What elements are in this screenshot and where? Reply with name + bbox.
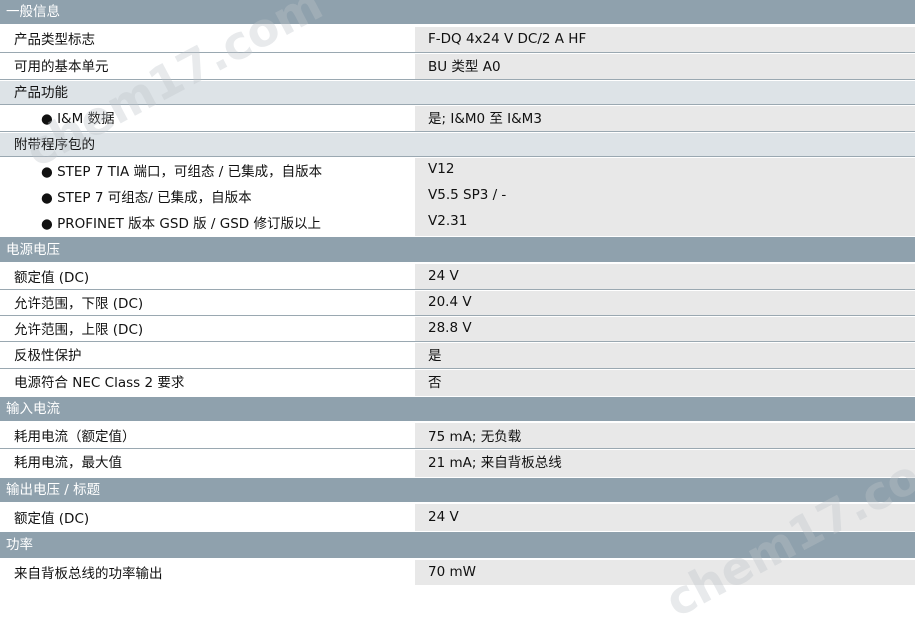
row-label: ● STEP 7 可组态/ 已集成，自版本 bbox=[0, 184, 415, 210]
row-value: 是; I&M0 至 I&M3 bbox=[415, 106, 915, 131]
section-header-input-current: 输入电流 bbox=[0, 397, 915, 422]
subsection-row: 产品功能 bbox=[0, 81, 915, 105]
row-label: ● PROFINET 版本 GSD 版 / GSD 修订版以上 bbox=[0, 210, 415, 236]
table-row: 耗用电流（额定值） 75 mA; 无负载 bbox=[0, 423, 915, 449]
table-row: 耗用电流，最大值 21 mA; 来自背板总线 bbox=[0, 450, 915, 477]
row-label: 来自背板总线的功率输出 bbox=[0, 560, 415, 585]
row-label: 额定值 (DC) bbox=[0, 504, 415, 531]
table-row: 允许范围，上限 (DC) 28.8 V bbox=[0, 317, 915, 342]
row-value: 24 V bbox=[415, 504, 915, 531]
row-label: ● I&M 数据 bbox=[0, 106, 415, 131]
section-title: 一般信息 bbox=[6, 4, 60, 20]
row-value: 否 bbox=[415, 370, 915, 396]
row-value: V5.5 SP3 / - bbox=[415, 184, 915, 210]
row-label: 耗用电流，最大值 bbox=[0, 450, 415, 477]
subsection-row: 附带程序包的 bbox=[0, 133, 915, 157]
section-header-general: 一般信息 bbox=[0, 0, 915, 25]
row-label: 反极性保护 bbox=[0, 343, 415, 368]
row-value: V12 bbox=[415, 158, 915, 184]
row-value: BU 类型 A0 bbox=[415, 54, 915, 79]
row-value: 24 V bbox=[415, 264, 915, 289]
section-title: 功率 bbox=[6, 537, 33, 553]
row-label: 耗用电流（额定值） bbox=[0, 423, 415, 448]
table-row: 来自背板总线的功率输出 70 mW bbox=[0, 560, 915, 585]
row-value: 是 bbox=[415, 343, 915, 368]
table-row: 允许范围，下限 (DC) 20.4 V bbox=[0, 291, 915, 316]
row-label: 产品类型标志 bbox=[0, 27, 415, 52]
table-row: 电源符合 NEC Class 2 要求 否 bbox=[0, 370, 915, 396]
section-header-power-loss: 功率 bbox=[0, 532, 915, 559]
row-value: 75 mA; 无负载 bbox=[415, 423, 915, 448]
section-header-output-voltage: 输出电压 / 标题 bbox=[0, 478, 915, 503]
row-label: 电源符合 NEC Class 2 要求 bbox=[0, 370, 415, 396]
row-value: 20.4 V bbox=[415, 291, 915, 315]
row-label: ● STEP 7 TIA 端口，可组态 / 已集成，自版本 bbox=[0, 158, 415, 184]
table-row: 额定值 (DC) 24 V bbox=[0, 264, 915, 290]
row-value: F-DQ 4x24 V DC/2 A HF bbox=[415, 27, 915, 52]
table-row: 产品类型标志 F-DQ 4x24 V DC/2 A HF bbox=[0, 27, 915, 53]
table-row: ● I&M 数据 是; I&M0 至 I&M3 bbox=[0, 106, 915, 132]
row-label: 允许范围，上限 (DC) bbox=[0, 317, 415, 341]
table-row: 可用的基本单元 BU 类型 A0 bbox=[0, 54, 915, 80]
section-header-power: 电源电压 bbox=[0, 237, 915, 263]
table-row: 反极性保护 是 bbox=[0, 343, 915, 369]
section-title: 输入电流 bbox=[6, 401, 60, 417]
row-value: 28.8 V bbox=[415, 317, 915, 341]
row-value: V2.31 bbox=[415, 210, 915, 236]
table-row: ● PROFINET 版本 GSD 版 / GSD 修订版以上 V2.31 bbox=[0, 210, 915, 236]
table-row: ● STEP 7 可组态/ 已集成，自版本 V5.5 SP3 / - bbox=[0, 184, 915, 210]
row-label: 额定值 (DC) bbox=[0, 264, 415, 289]
section-title: 电源电压 bbox=[6, 242, 60, 258]
subsection-label: 产品功能 bbox=[0, 81, 415, 104]
row-label: 允许范围，下限 (DC) bbox=[0, 291, 415, 315]
table-row: 额定值 (DC) 24 V bbox=[0, 504, 915, 531]
row-value: 70 mW bbox=[415, 560, 915, 585]
row-label: 可用的基本单元 bbox=[0, 54, 415, 79]
section-title: 输出电压 / 标题 bbox=[6, 482, 101, 498]
row-value: 21 mA; 来自背板总线 bbox=[415, 450, 915, 477]
table-row: ● STEP 7 TIA 端口，可组态 / 已集成，自版本 V12 bbox=[0, 158, 915, 184]
subsection-label: 附带程序包的 bbox=[0, 133, 415, 156]
